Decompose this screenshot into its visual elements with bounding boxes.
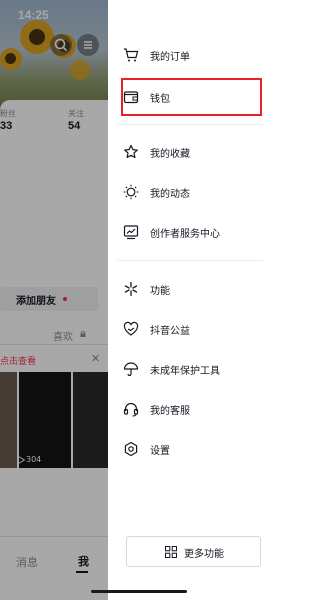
heart-hands-icon: [123, 321, 139, 336]
menu-item-label: 功能: [150, 286, 170, 297]
sparkle-icon: [124, 281, 138, 297]
home-indicator: [91, 590, 187, 593]
menu-divider: [117, 124, 263, 125]
cart-icon: [124, 48, 139, 62]
wallet-highlight-box: [121, 78, 262, 116]
menu-item-creator-center[interactable]: 创作者服务中心: [108, 217, 277, 247]
more-features-label: 更多功能: [184, 549, 224, 560]
menu-item-features[interactable]: 功能: [108, 274, 277, 304]
dim-overlay[interactable]: [0, 0, 108, 600]
grid-icon: [165, 546, 177, 558]
menu-item-settings[interactable]: 设置: [108, 434, 277, 464]
menu-item-label: 设置: [150, 446, 170, 457]
creator-chart-icon: [123, 225, 139, 240]
menu-item-favorites[interactable]: 我的收藏: [108, 137, 277, 167]
umbrella-icon: [123, 362, 139, 377]
more-features-button[interactable]: 更多功能: [126, 536, 261, 567]
star-icon: [124, 144, 138, 159]
settings-icon: [124, 441, 138, 457]
menu-item-label: 抖音公益: [150, 326, 190, 337]
sun-icon: [123, 184, 139, 200]
headset-icon: [123, 402, 139, 417]
menu-divider: [117, 260, 263, 261]
menu-item-label: 我的订单: [150, 52, 190, 63]
menu-item-label: 创作者服务中心: [150, 229, 220, 240]
menu-item-charity[interactable]: 抖音公益: [108, 314, 277, 344]
menu-item-activity[interactable]: 我的动态: [108, 177, 277, 207]
menu-item-orders[interactable]: 我的订单: [108, 40, 277, 70]
menu-item-customer-service[interactable]: 我的客服: [108, 394, 277, 424]
menu-item-label: 我的收藏: [150, 149, 190, 160]
menu-item-minor-protection[interactable]: 未成年保护工具: [108, 354, 277, 384]
menu-item-label: 未成年保护工具: [150, 366, 220, 377]
menu-item-label: 我的动态: [150, 189, 190, 200]
menu-item-label: 我的客服: [150, 406, 190, 417]
